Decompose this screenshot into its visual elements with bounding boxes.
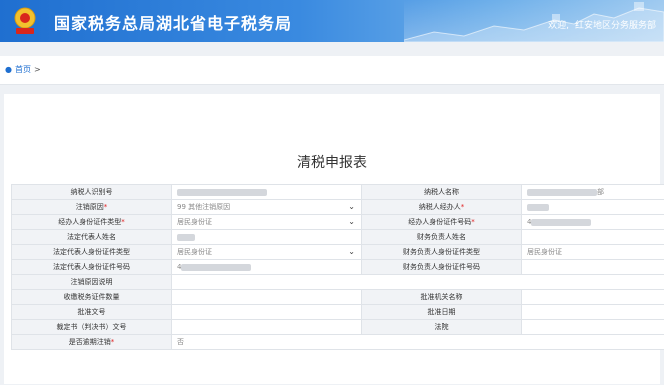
table-row: 经办人身份证件类型* 居民身份证 ⌄ 经办人身份证件号码* 4	[11, 214, 664, 230]
main-panel: 清税申报表 纳税人识别号 纳税人名称 部 注销原因* 99 其他注销原因 ⌄ 纳税…	[4, 94, 664, 384]
table-row: 注销原因说明	[11, 274, 664, 290]
tax-emblem-logo	[9, 5, 41, 37]
overdue-cancel-label: 是否逾期注销*	[11, 334, 172, 350]
site-header: 国家税务总局湖北省电子税务局 欢迎, 红安地区分务服务部	[0, 0, 664, 42]
agent-id-type-select[interactable]: 居民身份证 ⌄	[171, 214, 362, 230]
table-row: 裁定书（判决书）文号 法院	[11, 319, 664, 335]
cancel-reason-label: 注销原因*	[11, 199, 172, 215]
legal-rep-id-type-label: 法定代表人身份证件类型	[11, 244, 172, 260]
agent-name-field[interactable]	[521, 199, 664, 215]
cancel-reason-note-field[interactable]	[171, 274, 664, 290]
legal-rep-name-label: 法定代表人姓名	[11, 229, 172, 245]
finance-head-id-type-field[interactable]: 居民身份证	[521, 244, 664, 260]
ruling-number-field[interactable]	[171, 319, 362, 335]
welcome-area: 欢迎, 红安地区分务服务部	[548, 18, 656, 31]
table-row: 批准文号 批准日期	[11, 304, 664, 320]
breadcrumb-bar: ● 首页 >	[0, 56, 664, 85]
breadcrumb: ● 首页 >	[5, 64, 41, 75]
table-row: 法定代表人身份证件号码 4 财务负责人身份证件号码	[11, 259, 664, 275]
agent-label: 纳税人经办人*	[361, 199, 522, 215]
approving-authority-field[interactable]	[521, 289, 664, 305]
table-row: 纳税人识别号 纳税人名称 部	[11, 184, 664, 200]
cancel-reason-select[interactable]: 99 其他注销原因 ⌄	[171, 199, 362, 215]
legal-rep-name-field[interactable]	[171, 229, 362, 245]
finance-head-id-number-field[interactable]	[521, 259, 664, 275]
agent-id-number-field[interactable]: 4	[521, 214, 664, 230]
chevron-down-icon: ⌄	[348, 217, 355, 226]
agent-id-number-label: 经办人身份证件号码*	[361, 214, 522, 230]
finance-head-name-label: 财务负责人姓名	[361, 229, 522, 245]
approval-number-field[interactable]	[171, 304, 362, 320]
welcome-label: 欢迎,	[548, 21, 569, 31]
chevron-down-icon: ⌄	[348, 247, 355, 256]
table-row: 注销原因* 99 其他注销原因 ⌄ 纳税人经办人*	[11, 199, 664, 215]
chevron-down-icon: ⌄	[348, 202, 355, 211]
approval-date-label: 批准日期	[361, 304, 522, 320]
breadcrumb-home-link[interactable]: 首页	[15, 65, 31, 74]
user-name-link[interactable]: 红安地区分务服务部	[575, 21, 656, 31]
table-row: 收缴税务证件数量 批准机关名称	[11, 289, 664, 305]
collected-cert-count-label: 收缴税务证件数量	[11, 289, 172, 305]
breadcrumb-separator: >	[33, 65, 41, 74]
agent-id-type-label: 经办人身份证件类型*	[11, 214, 172, 230]
taxpayer-id-field[interactable]	[171, 184, 362, 200]
ruling-number-label: 裁定书（判决书）文号	[11, 319, 172, 335]
taxpayer-name-label: 纳税人名称	[361, 184, 522, 200]
finance-head-id-type-label: 财务负责人身份证件类型	[361, 244, 522, 260]
clearance-form-table: 纳税人识别号 纳税人名称 部 注销原因* 99 其他注销原因 ⌄ 纳税人经办人* …	[11, 184, 664, 350]
table-row: 法定代表人身份证件类型 居民身份证 ⌄ 财务负责人身份证件类型 居民身份证	[11, 244, 664, 260]
table-row: 是否逾期注销* 否	[11, 334, 664, 350]
location-pin-icon: ●	[5, 65, 12, 74]
legal-rep-id-type-select[interactable]: 居民身份证 ⌄	[171, 244, 362, 260]
legal-rep-id-number-field[interactable]: 4	[171, 259, 362, 275]
site-title: 国家税务总局湖北省电子税务局	[54, 14, 293, 33]
approval-date-field[interactable]	[521, 304, 664, 320]
taxpayer-id-label: 纳税人识别号	[11, 184, 172, 200]
legal-rep-id-number-label: 法定代表人身份证件号码	[11, 259, 172, 275]
cancel-reason-note-label: 注销原因说明	[11, 274, 172, 290]
table-row: 法定代表人姓名 财务负责人姓名	[11, 229, 664, 245]
court-label: 法院	[361, 319, 522, 335]
form-title: 清税申报表	[297, 155, 367, 171]
finance-head-name-field[interactable]	[521, 229, 664, 245]
overdue-cancel-field[interactable]: 否	[171, 334, 664, 350]
approving-authority-label: 批准机关名称	[361, 289, 522, 305]
approval-number-label: 批准文号	[11, 304, 172, 320]
taxpayer-name-field[interactable]: 部	[521, 184, 664, 200]
court-field[interactable]	[521, 319, 664, 335]
finance-head-id-number-label: 财务负责人身份证件号码	[361, 259, 522, 275]
collected-cert-count-field[interactable]	[171, 289, 362, 305]
